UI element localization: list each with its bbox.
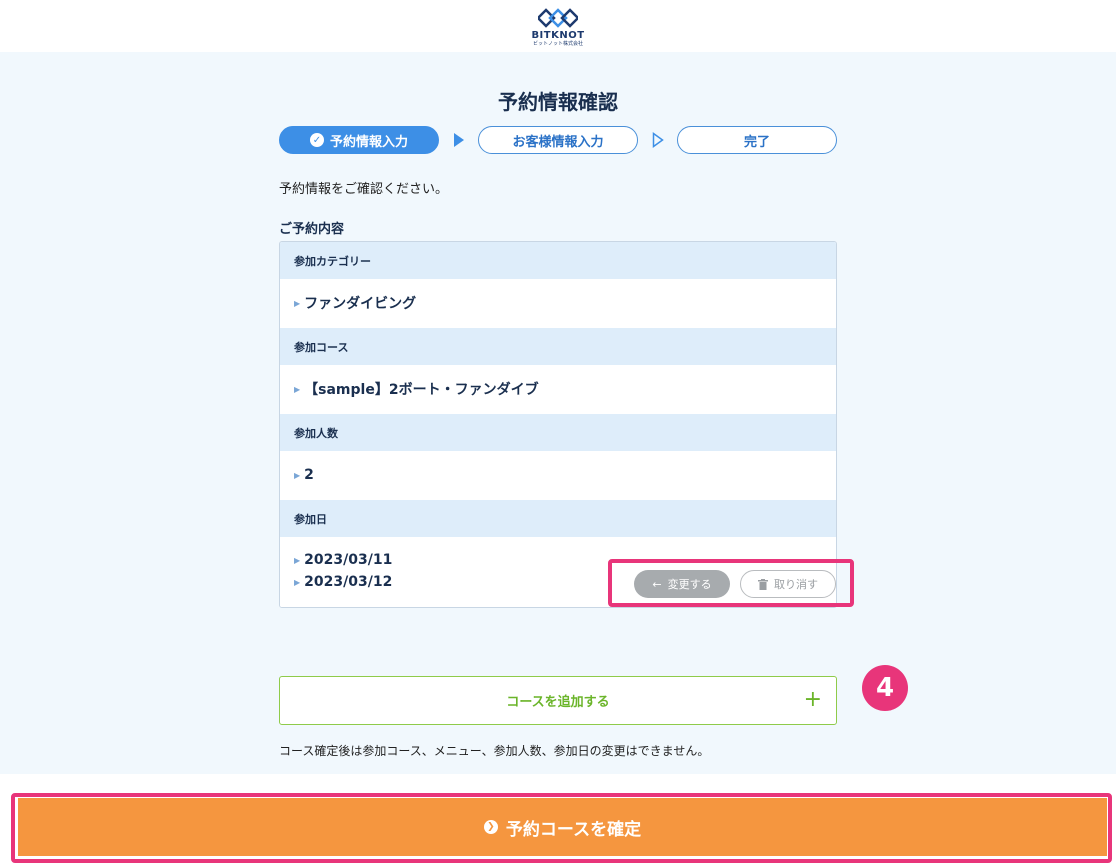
- course-value-row: ▶ 【sample】2ボート・ファンダイブ: [280, 365, 836, 414]
- step-complete: 完了: [677, 126, 837, 154]
- notice-text: コース確定後は参加コース、メニュー、参加人数、参加日の変更はできません。: [279, 744, 710, 758]
- logo-text: BITKNOT: [531, 29, 585, 41]
- logo-subtext: ビットノット株式会社: [533, 40, 583, 47]
- section-title: ご予約内容: [279, 222, 345, 237]
- step-label: 予約情報入力: [329, 134, 408, 150]
- course-value: 【sample】2ボート・ファンダイブ: [304, 382, 539, 398]
- bitknot-logo-icon: [538, 7, 578, 28]
- add-course-button[interactable]: コースを追加する +: [279, 676, 837, 725]
- confirm-button-label: 予約コースを確定: [505, 819, 642, 840]
- change-button[interactable]: ← 変更する: [634, 570, 730, 598]
- add-course-label: コースを追加する: [506, 695, 610, 710]
- course-label: 参加コース: [280, 328, 836, 365]
- chevron-right-circle-icon: ❯: [483, 820, 498, 834]
- category-value: ファンダイビング: [304, 296, 417, 312]
- cancel-button-label: 取り消す: [774, 578, 818, 591]
- main-content: 予約情報確認 ✓ 予約情報入力 お客様情報入力 完了 予約情報をご確認ください。…: [0, 52, 1116, 774]
- step-reservation-info: ✓ 予約情報入力: [279, 126, 439, 154]
- trash-icon: [758, 578, 768, 590]
- page-title: 予約情報確認: [498, 90, 618, 114]
- people-value-row: ▶ 2: [280, 451, 836, 500]
- check-icon: ✓: [309, 133, 324, 147]
- cancel-button[interactable]: 取り消す: [740, 570, 836, 598]
- step-label: お客様情報入力: [512, 134, 604, 150]
- people-value: 2: [304, 467, 314, 483]
- step-arrow-outline-icon: [652, 132, 664, 148]
- confirm-course-button[interactable]: ❯ 予約コースを確定: [18, 798, 1107, 856]
- people-label: 参加人数: [280, 414, 836, 451]
- step-number-badge: 4: [862, 665, 908, 711]
- date-value: 2023/03/11: [304, 552, 393, 568]
- bullet-triangle-icon: ▶: [294, 577, 301, 587]
- category-label: 参加カテゴリー: [280, 242, 836, 279]
- bullet-triangle-icon: ▶: [294, 298, 301, 308]
- bullet-triangle-icon: ▶: [294, 555, 301, 565]
- arrow-left-icon: ←: [652, 577, 662, 591]
- category-value-row: ▶ ファンダイビング: [280, 279, 836, 328]
- date-value: 2023/03/12: [304, 574, 393, 590]
- step-label: 完了: [743, 134, 770, 150]
- site-header: BITKNOT ビットノット株式会社: [0, 0, 1116, 52]
- plus-icon: +: [803, 687, 822, 712]
- step-arrow-filled-icon: [454, 133, 464, 147]
- reservation-details: 参加カテゴリー ▶ ファンダイビング 参加コース ▶ 【sample】2ボート・ファ…: [279, 241, 837, 608]
- intro-text: 予約情報をご確認ください。: [279, 182, 449, 197]
- date-label: 参加日: [280, 500, 836, 537]
- step-customer-info: お客様情報入力: [478, 126, 638, 154]
- bullet-triangle-icon: ▶: [294, 470, 301, 480]
- bullet-triangle-icon: ▶: [294, 384, 301, 394]
- change-button-label: 変更する: [667, 578, 712, 591]
